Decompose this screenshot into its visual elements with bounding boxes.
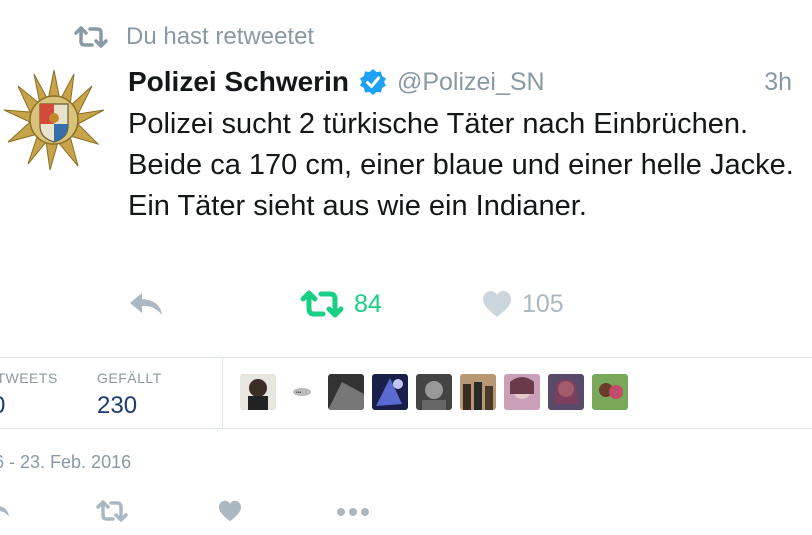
like-button[interactable]: 105 — [482, 284, 564, 324]
retweet-count: 84 — [354, 289, 382, 318]
police-star-logo — [3, 69, 105, 171]
svg-text:•••: ••• — [296, 390, 302, 396]
retweet-icon — [300, 290, 344, 318]
author-name[interactable]: Polizei Schwerin — [128, 66, 349, 98]
author-handle[interactable]: @Polizei_SN — [397, 68, 545, 97]
liker-avatar[interactable]: ••• — [284, 374, 320, 410]
avatar[interactable] — [2, 68, 106, 172]
retweet-button[interactable]: 84 — [300, 284, 382, 324]
tweet-date: 16 - 23. Feb. 2016 — [0, 452, 132, 472]
liker-avatars: ••• — [240, 374, 636, 410]
stat-likes-label: GEFÄLLT — [97, 370, 162, 386]
divider — [0, 428, 812, 429]
retweet-context: Du hast retweetet — [74, 22, 314, 52]
liker-avatar[interactable] — [504, 374, 540, 410]
stat-retweets-label: RETWEETS — [0, 370, 58, 386]
heart-icon — [482, 290, 512, 318]
retweet-context-label: Du hast retweetet — [126, 23, 315, 50]
liker-avatar[interactable] — [416, 374, 452, 410]
reply-icon — [0, 501, 10, 526]
like-count: 105 — [522, 289, 564, 318]
liker-avatar[interactable] — [592, 374, 628, 410]
retweet-icon — [74, 25, 108, 49]
liker-avatar[interactable] — [372, 374, 408, 410]
liker-avatar[interactable] — [548, 374, 584, 410]
bottom-reply-button[interactable] — [0, 496, 10, 530]
divider — [0, 357, 812, 358]
heart-icon — [218, 500, 242, 527]
tweet-timestamp[interactable]: 3h — [764, 68, 792, 97]
reply-button[interactable] — [128, 284, 174, 324]
more-dots-icon — [336, 504, 370, 522]
liker-avatar[interactable] — [328, 374, 364, 410]
stat-likes[interactable]: GEFÄLLT 230 — [97, 370, 162, 420]
tweet-header: Polizei Schwerin @Polizei_SN 3h — [128, 60, 798, 104]
liker-avatar[interactable] — [240, 374, 276, 410]
stats-divider — [222, 358, 223, 428]
bottom-more-button[interactable] — [336, 496, 370, 530]
liker-avatar[interactable] — [460, 374, 496, 410]
stat-retweets-value: 0 — [0, 392, 58, 420]
verified-badge-icon — [359, 68, 387, 96]
stat-retweets[interactable]: RETWEETS 0 — [0, 370, 58, 420]
bottom-like-button[interactable] — [218, 496, 242, 530]
reply-icon — [128, 291, 164, 317]
bottom-retweet-button[interactable] — [96, 496, 128, 530]
tweet-text: Polizei sucht 2 türkische Täter nach Ein… — [128, 108, 794, 222]
retweet-icon — [96, 499, 128, 527]
stat-likes-value: 230 — [97, 392, 138, 419]
